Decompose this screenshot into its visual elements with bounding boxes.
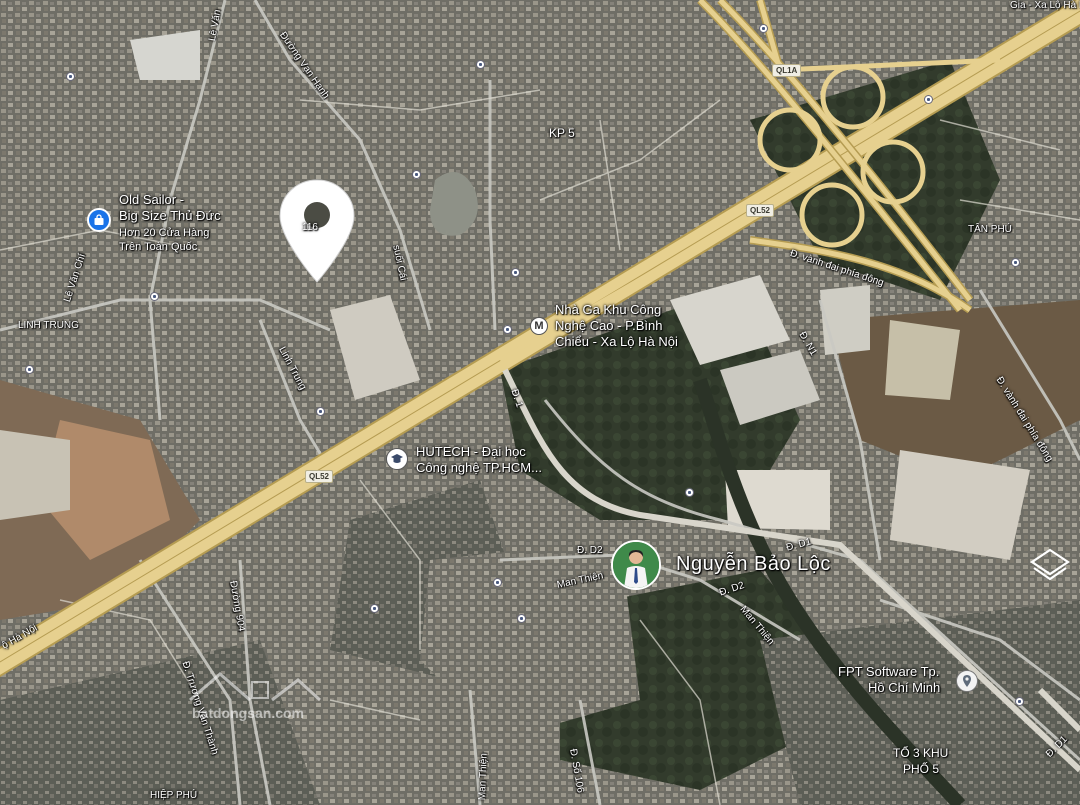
bus-stop-icon[interactable] [370, 604, 379, 613]
street-label-d-d2-left: Đ. D2 [577, 545, 603, 556]
metro-glyph: M [534, 320, 544, 332]
bus-stop-icon[interactable] [316, 407, 325, 416]
poi-station-line1[interactable]: Nhà Ga Khu Công [555, 302, 661, 318]
bus-stop-icon[interactable] [150, 292, 159, 301]
area-label-kp5: KP 5 [549, 126, 575, 140]
poi-old-sailor-line3: Hơn 20 Cửa Hàng [119, 227, 210, 239]
poi-hutech-line1[interactable]: HUTECH - Đại học [416, 444, 526, 460]
bus-stop-icon[interactable] [1011, 258, 1020, 267]
bus-stop-icon[interactable] [685, 488, 694, 497]
poi-old-sailor-line1[interactable]: Old Sailor - [119, 192, 184, 208]
user-name-label[interactable]: Nguyễn Bảo Lộc [676, 553, 831, 576]
bus-stop-icon[interactable] [66, 72, 75, 81]
user-avatar[interactable] [611, 540, 661, 590]
watermark-text: batdongsan.com [192, 705, 304, 721]
poi-fpt-line1[interactable]: FPT Software Tp. [838, 664, 939, 680]
top-right-poi-label: Gia - Xa Lộ Hà Nội [1010, 0, 1080, 11]
poi-old-sailor-line2[interactable]: Big Size Thủ Đức [119, 208, 221, 224]
shopping-bag-glyph [94, 214, 104, 225]
place-pin-icon[interactable] [956, 670, 978, 692]
bus-stop-icon[interactable] [1015, 697, 1024, 706]
layers-icon[interactable] [1028, 544, 1072, 588]
bus-stop-icon[interactable] [25, 365, 34, 374]
poi-old-sailor-line4: Trên Toàn Quốc [119, 241, 198, 253]
bus-stop-icon[interactable] [493, 578, 502, 587]
poi-hutech-line2[interactable]: Công nghệ TP.HCM... [416, 460, 542, 476]
highway-badge-ql52-top: QL52 [746, 204, 775, 217]
poi-fpt-line2[interactable]: Hồ Chí Minh [868, 680, 940, 696]
highway-badge-ql1a: QL1A [772, 64, 802, 77]
area-label-hiep-phu: HIỆP PHÚ [150, 790, 198, 801]
street-label-man-thien-3: Man Thiện [477, 752, 490, 801]
area-label-to3-line1: TỔ 3 KHU [893, 746, 949, 760]
bus-stop-icon[interactable] [759, 24, 768, 33]
shopping-bag-icon[interactable] [87, 208, 111, 232]
pin-number-label: 116 [302, 222, 318, 233]
area-label-to3-line2: PHỐ 5 [903, 762, 940, 776]
highway-badge-ql52-left: QL52 [305, 470, 334, 483]
bus-stop-icon[interactable] [412, 170, 421, 179]
map-view[interactable]: QL1A QL52 QL52 Old Sailor - Big Size Thủ… [0, 0, 1080, 805]
metro-station-icon[interactable]: M [530, 317, 548, 335]
poi-station-line3[interactable]: Chiểu - Xa Lộ Hà Nội [555, 334, 678, 350]
bus-stop-icon[interactable] [924, 95, 933, 104]
area-label-linh-trung: LINH TRUNG [18, 320, 79, 331]
graduation-cap-glyph [391, 454, 403, 463]
school-icon[interactable] [386, 448, 408, 470]
poi-station-line2[interactable]: Nghệ Cao - P.Bình [555, 318, 662, 334]
avatar-figure [613, 542, 659, 588]
bus-stop-icon[interactable] [503, 325, 512, 334]
watermark-logo: batdongsan.com [189, 672, 322, 721]
place-pin-glyph [963, 675, 971, 687]
bus-stop-icon[interactable] [476, 60, 485, 69]
area-label-tan-phu: TÂN PHÚ [968, 224, 1012, 235]
bus-stop-icon[interactable] [511, 268, 520, 277]
bus-stop-icon[interactable] [517, 614, 526, 623]
